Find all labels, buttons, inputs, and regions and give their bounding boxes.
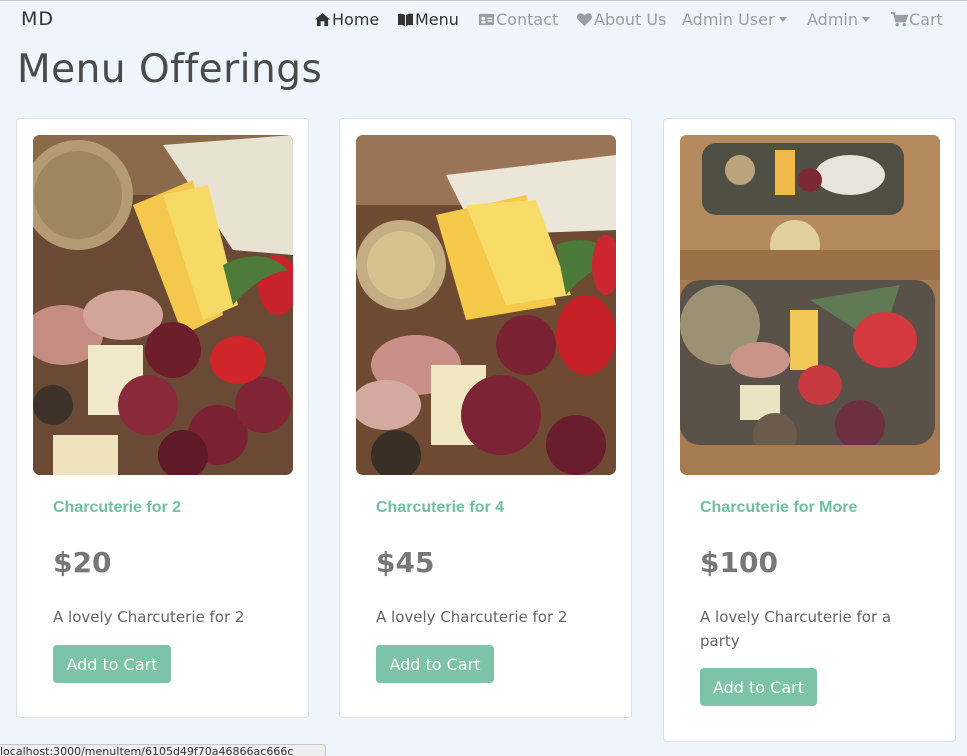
add-to-cart-button[interactable]: Add to Cart <box>53 645 171 683</box>
nav-menu[interactable]: Menu <box>397 8 459 30</box>
add-to-cart-button[interactable]: Add to Cart <box>376 645 494 683</box>
cart-icon <box>891 11 908 26</box>
nav-about[interactable]: About Us <box>576 8 666 30</box>
nav-admin-dropdown[interactable]: Admin <box>807 8 870 30</box>
menu-item-description: A lovely Charcuterie for 2 <box>376 608 568 626</box>
id-card-icon <box>479 13 494 25</box>
chevron-down-icon <box>862 16 870 22</box>
navbar: MD Home Menu Contact About Us Admin User… <box>0 0 967 36</box>
page-title: Menu Offerings <box>17 47 323 92</box>
menu-item-description: A lovely Charcuterie for 2 <box>53 608 245 626</box>
chevron-down-icon <box>778 16 787 22</box>
book-icon <box>398 13 413 26</box>
menu-item-price: $45 <box>376 546 435 579</box>
charcuterie-image[interactable] <box>356 135 616 475</box>
link-preview-statusbar: localhost:3000/menuItem/6105d49f70a46866… <box>0 744 326 756</box>
menu-item-title[interactable]: Charcuterie for More <box>700 499 857 517</box>
nav-contact[interactable]: Contact <box>478 8 558 30</box>
add-to-cart-button[interactable]: Add to Cart <box>700 668 817 706</box>
nav-about-label: About Us <box>594 9 667 29</box>
charcuterie-image[interactable] <box>33 135 293 475</box>
brand-logo[interactable]: MD <box>21 8 54 30</box>
menu-item-price: $20 <box>53 546 112 579</box>
nav-cart[interactable]: Cart <box>891 8 943 30</box>
heart-icon <box>576 12 593 26</box>
menu-item-card: Charcuterie for More $100 A lovely Charc… <box>663 118 956 742</box>
nav-contact-label: Contact <box>496 9 559 29</box>
nav-home[interactable]: Home <box>314 8 379 30</box>
nav-cart-label: Cart <box>909 9 943 29</box>
nav-admin-label: Admin <box>807 9 858 29</box>
nav-admin-user-label: Admin User <box>682 9 775 29</box>
menu-item-title[interactable]: Charcuterie for 4 <box>376 499 504 517</box>
nav-home-label: Home <box>332 9 380 29</box>
nav-menu-label: Menu <box>415 9 459 29</box>
menu-item-card: Charcuterie for 2 $20 A lovely Charcuter… <box>16 118 309 718</box>
menu-item-card: Charcuterie for 4 $45 A lovely Charcuter… <box>339 118 632 718</box>
nav-admin-user-dropdown[interactable]: Admin User <box>682 8 787 30</box>
home-icon <box>315 12 330 26</box>
menu-item-price: $100 <box>700 546 778 579</box>
menu-item-description: A lovely Charcuterie for a party <box>700 608 892 650</box>
charcuterie-image[interactable] <box>680 135 940 475</box>
menu-item-title[interactable]: Charcuterie for 2 <box>53 499 181 517</box>
